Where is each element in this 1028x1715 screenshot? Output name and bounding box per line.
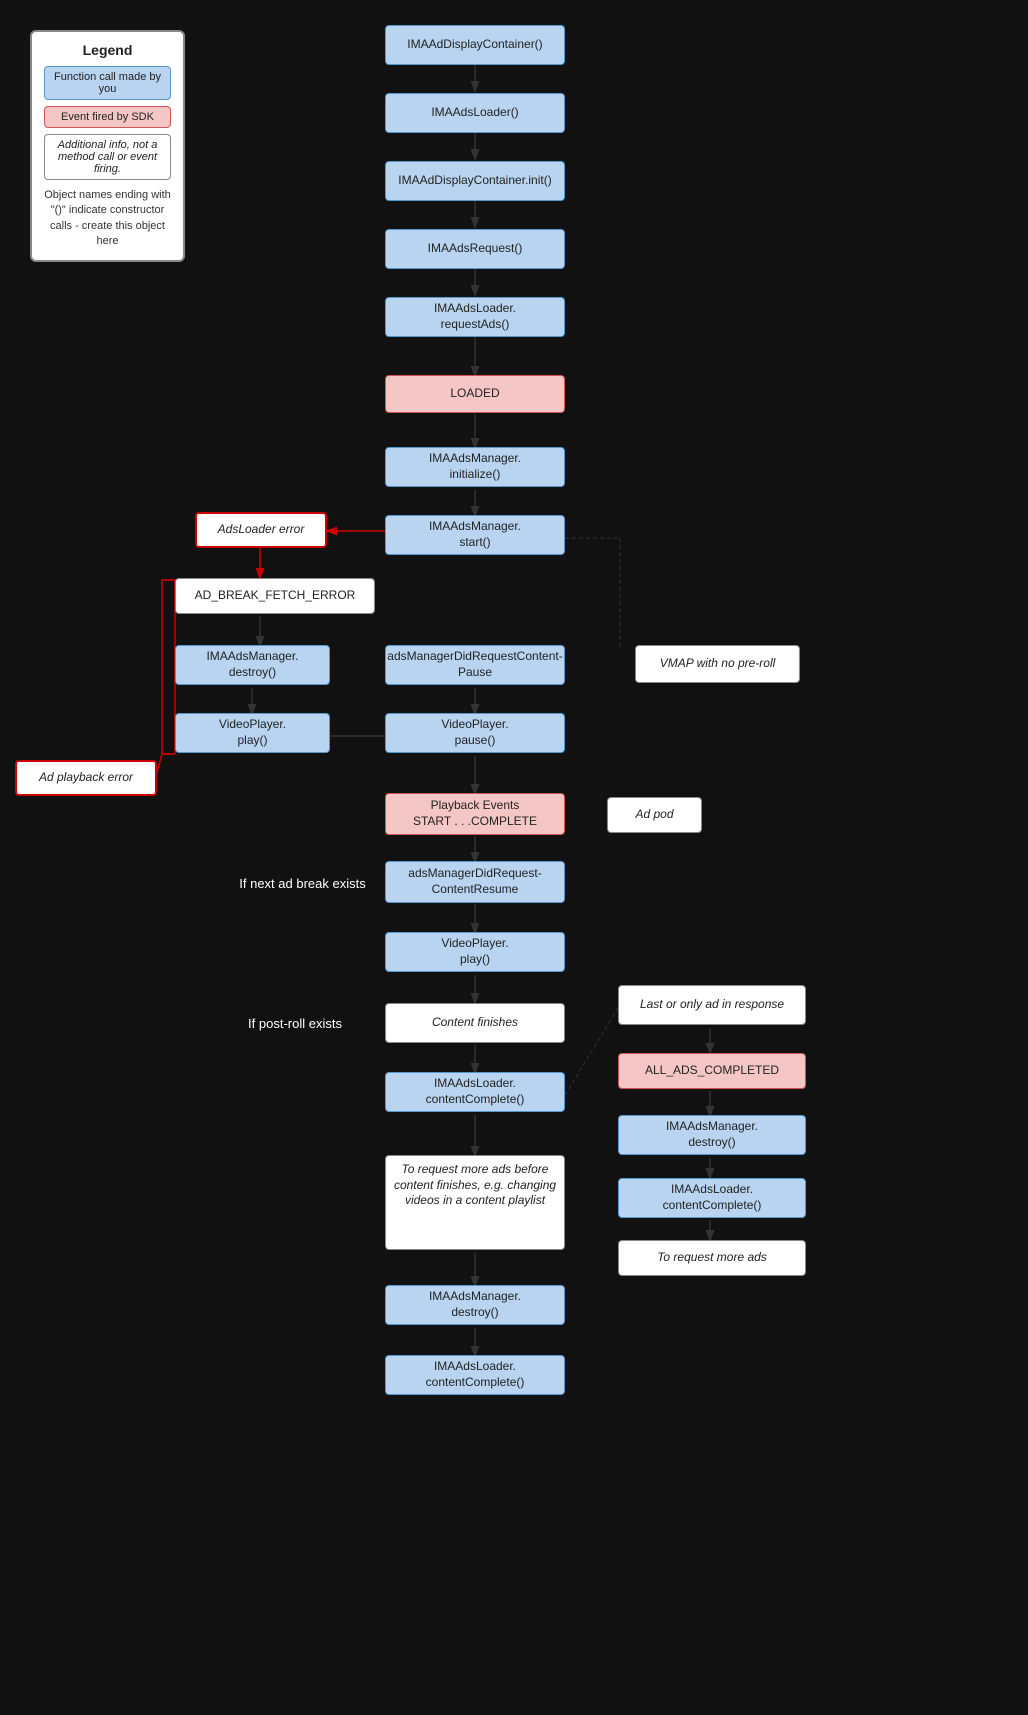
- node-video-player-play-1: VideoPlayer.play(): [175, 713, 330, 753]
- node-ima-ads-request: IMAAdsRequest(): [385, 229, 565, 269]
- node-ad-break-fetch-error: AD_BREAK_FETCH_ERROR: [175, 578, 375, 614]
- node-ima-ads-manager-start: IMAAdsManager.start(): [385, 515, 565, 555]
- node-to-request-more-ads: To request more ads: [618, 1240, 806, 1276]
- node-if-next-ad-break: If next ad break exists: [215, 864, 390, 904]
- node-ads-manager-did-request-content-resume: adsManagerDid­Request­ContentResume: [385, 861, 565, 903]
- node-all-ads-completed: ALL_ADS_COMPLETED: [618, 1053, 806, 1089]
- node-ima-ads-loader-content-complete-2: IMAAdsLoader.contentComplete(): [618, 1178, 806, 1218]
- node-ads-manager-did-request-content-pause: adsManagerDid­RequestContent­Pause: [385, 645, 565, 685]
- node-ads-loader-error: AdsLoader error: [195, 512, 327, 548]
- node-playback-events: Playback EventsSTART . . .COMPLETE: [385, 793, 565, 835]
- node-ima-ads-manager-destroy-2: IMAAdsManager.destroy(): [618, 1115, 806, 1155]
- node-ima-ads-manager-initialize: IMAAdsManager.initialize(): [385, 447, 565, 487]
- node-ima-ads-loader-content-complete-3: IMAAdsLoader.contentComplete(): [385, 1355, 565, 1395]
- legend-note: Object names ending with "()" indicate c…: [44, 188, 171, 250]
- node-vmap-no-pre-roll: VMAP with no pre-roll: [635, 645, 800, 683]
- node-ima-ads-loader: IMAAdsLoader(): [385, 93, 565, 133]
- legend-additional-info: Additional info, not a method call or ev…: [44, 134, 171, 180]
- node-last-only-ad: Last or only ad in response: [618, 985, 806, 1025]
- diagram-container: Legend Function call made by you Event f…: [0, 0, 1028, 1715]
- legend-title: Legend: [44, 42, 171, 58]
- node-video-player-pause: VideoPlayer.pause(): [385, 713, 565, 753]
- node-if-post-roll-exists: If post-roll exists: [220, 1004, 370, 1044]
- node-ad-pod: Ad pod: [607, 797, 702, 833]
- legend-function-call: Function call made by you: [44, 66, 171, 100]
- node-video-player-play-2: VideoPlayer.play(): [385, 932, 565, 972]
- node-ima-ads-manager-destroy-1: IMAAdsManager.destroy(): [175, 645, 330, 685]
- node-ima-ads-loader-content-complete-1: IMAAdsLoader.contentComplete(): [385, 1072, 565, 1112]
- node-ima-display-container: IMAAd​DisplayContainer(): [385, 25, 565, 65]
- node-ima-ads-loader-request-ads: IMAAdsLoader.requestAds(): [385, 297, 565, 337]
- node-loaded: LOADED: [385, 375, 565, 413]
- node-ad-playback-error: Ad playback error: [15, 760, 157, 796]
- node-ima-display-container-init: IMAAd­DisplayContainer.init(): [385, 161, 565, 201]
- legend: Legend Function call made by you Event f…: [30, 30, 185, 262]
- node-content-finishes: Content finishes: [385, 1003, 565, 1043]
- node-request-more-ads-note: To request more ads before content finis…: [385, 1155, 565, 1250]
- legend-event-fired: Event fired by SDK: [44, 106, 171, 128]
- node-ima-ads-manager-destroy-3: IMAAdsManager.destroy(): [385, 1285, 565, 1325]
